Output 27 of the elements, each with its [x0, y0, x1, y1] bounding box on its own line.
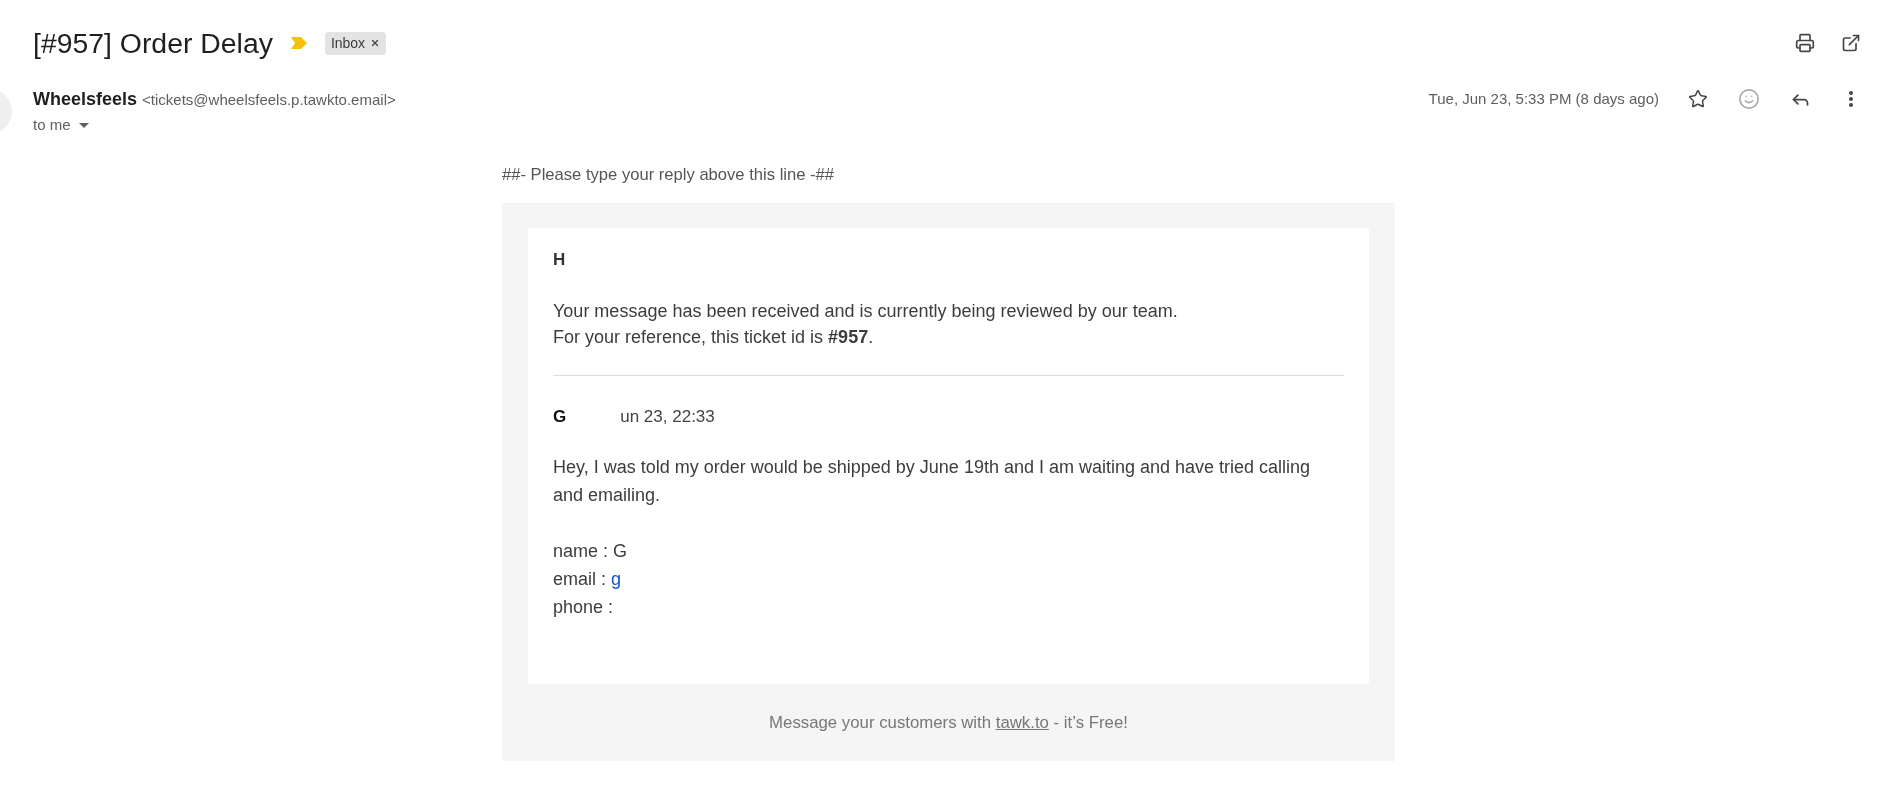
more-icon — [1849, 91, 1853, 107]
notice-text: For your reference, this ticket id is #957. — [553, 326, 874, 349]
footer-text: Message your customers with tawk.to - it’s Free! — [769, 713, 1128, 733]
recipient-text: to me — [33, 115, 71, 135]
notice-text: Your message has been received and is currently being reviewed by our team. — [553, 300, 1178, 323]
detail-label: phone : — [553, 596, 614, 619]
quoted-author: G — [553, 406, 567, 428]
sender-address: <tickets@wheelsfeels.p.tawkto.email> — [142, 90, 396, 110]
reply-marker-text: ##- Please type your reply above this line -## — [502, 165, 835, 185]
quoted-message-text: Hey, I was told my order would be shipped by June 19th and I am waiting and have tried calling and emailing. — [553, 456, 1312, 507]
greeting-text: H — [553, 249, 566, 271]
quoted-date: un 23, 22:33 — [620, 406, 715, 428]
email-date: Tue, Jun 23, 5:33 PM (8 days ago) — [1428, 89, 1659, 109]
caret-icon — [78, 122, 89, 128]
label-link[interactable]: Inbox — [330, 34, 366, 52]
detail-value: G — [613, 540, 628, 563]
detail-label: name : — [553, 540, 609, 563]
close-icon[interactable] — [370, 38, 381, 48]
print-icon — [1795, 33, 1815, 53]
sender-name: Wheelsfeels — [33, 88, 138, 110]
email-subject: [#957] Order Delay — [33, 26, 273, 60]
detail-link[interactable]: g — [611, 565, 622, 593]
footer-link[interactable]: tawk.to — [995, 713, 1049, 732]
importance-marker-icon[interactable] — [290, 37, 307, 49]
external-link-icon — [1841, 33, 1861, 53]
smiley-icon — [1738, 88, 1760, 110]
detail-label: email : — [553, 568, 606, 591]
